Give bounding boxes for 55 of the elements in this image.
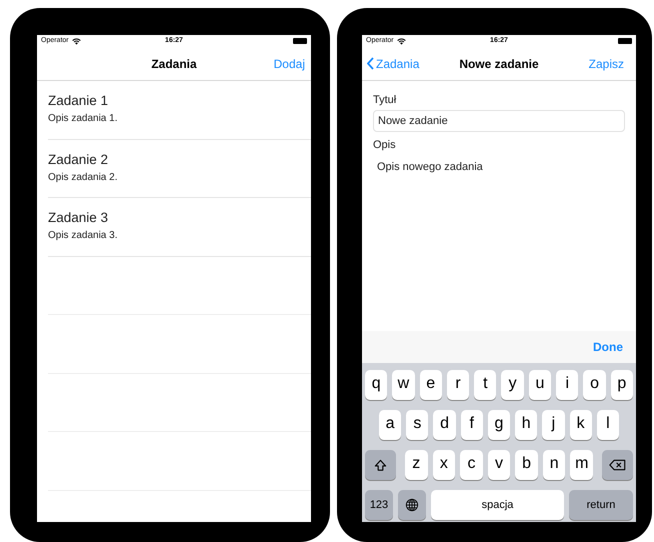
task-row[interactable]: Zadanie 1 Opis zadania 1.	[48, 81, 311, 140]
shift-arrow-icon	[374, 458, 387, 472]
keyboard-key[interactable]: y	[501, 370, 524, 400]
description-text-area[interactable]: Opis nowego zadania	[373, 160, 625, 174]
keyboard-key[interactable]: p	[610, 370, 633, 400]
keyboard-key[interactable]: b	[515, 450, 538, 480]
keyboard-key[interactable]: u	[528, 370, 552, 400]
task-description: Opis zadania 1.	[48, 113, 118, 125]
nav-title: Zadania	[151, 56, 197, 72]
keyboard-key[interactable]: q	[365, 370, 388, 400]
keyboard-key[interactable]: o	[583, 370, 606, 400]
keyboard-key[interactable]: e	[420, 370, 442, 400]
keyboard-key[interactable]: a	[379, 410, 402, 440]
keyboard-key[interactable]: d	[433, 410, 456, 440]
wifi-icon	[72, 38, 81, 44]
keyboard-key[interactable]: h	[515, 410, 538, 440]
battery-icon	[618, 38, 632, 44]
keyboard-key[interactable]: r	[446, 370, 470, 400]
chevron-left-icon	[367, 57, 374, 70]
return-key[interactable]: return	[569, 490, 633, 520]
keyboard-key[interactable]: v	[488, 450, 510, 480]
backspace-icon	[609, 459, 626, 471]
backspace-key[interactable]	[602, 450, 634, 480]
keyboard-key[interactable]: i	[556, 370, 578, 400]
keyboard-key[interactable]: z	[405, 450, 428, 480]
task-description: Opis zadania 2.	[48, 172, 118, 184]
keyboard-key[interactable]: m	[570, 450, 594, 480]
nav-title: Nowe zadanie	[459, 56, 539, 72]
keyboard-key[interactable]: l	[596, 410, 619, 440]
space-key[interactable]: spacja	[431, 490, 564, 520]
battery-icon	[293, 38, 307, 44]
wifi-icon	[396, 38, 406, 44]
keyboard-key[interactable]: j	[542, 410, 565, 440]
task-description: Opis zadania 3.	[48, 230, 118, 242]
field-label: Tytuł	[373, 93, 398, 107]
keyboard-key[interactable]: s	[406, 410, 428, 440]
keyboard-key[interactable]: n	[542, 450, 566, 480]
numbers-key[interactable]: 123	[365, 490, 393, 520]
task-title: Zadanie 2	[48, 152, 110, 168]
globe-key[interactable]	[398, 490, 426, 520]
field-label: Opis	[373, 138, 397, 152]
keyboard-key[interactable]: t	[474, 370, 496, 400]
keyboard-key[interactable]: c	[460, 450, 483, 480]
shift-key[interactable]	[365, 450, 396, 480]
task-title: Zadanie 1	[48, 93, 110, 109]
keyboard-key[interactable]: f	[460, 410, 483, 440]
keyboard-key[interactable]: x	[432, 450, 456, 480]
keyboard-key[interactable]: g	[488, 410, 510, 440]
task-row[interactable]: Zadanie 2 Opis zadania 2.	[48, 140, 311, 198]
keyboard-key[interactable]: k	[570, 410, 592, 440]
keyboard-key[interactable]: w	[392, 370, 415, 400]
task-row[interactable]: Zadanie 3 Opis zadania 3.	[48, 198, 311, 256]
task-title: Zadanie 3	[48, 210, 110, 226]
title-input[interactable]: Nowe zadanie	[373, 110, 625, 132]
globe-icon	[405, 498, 419, 512]
